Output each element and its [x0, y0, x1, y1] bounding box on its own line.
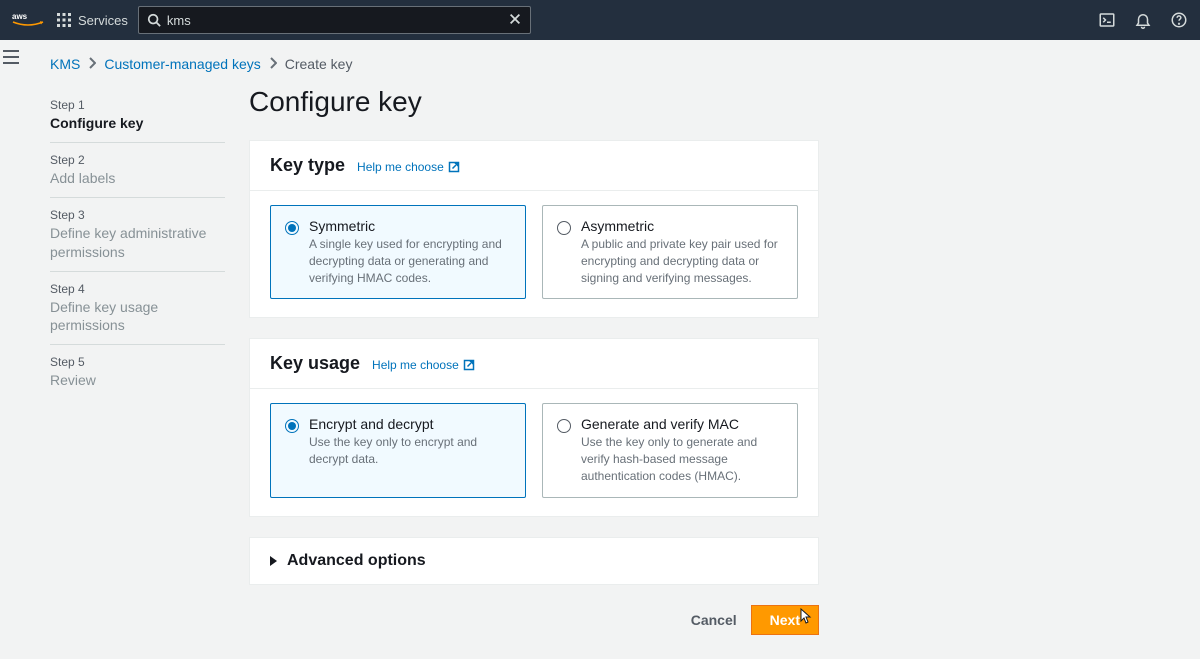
step-num: Step 3 [50, 208, 225, 222]
radio-icon [557, 419, 571, 433]
key-type-asymmetric[interactable]: Asymmetric A public and private key pair… [542, 205, 798, 299]
key-type-help-link[interactable]: Help me choose [357, 160, 460, 174]
breadcrumb-kms[interactable]: KMS [50, 56, 80, 72]
next-button-label: Next [770, 612, 800, 628]
step-num: Step 2 [50, 153, 225, 167]
wizard-footer: Cancel Next [249, 605, 819, 635]
step-review[interactable]: Step 5 Review [50, 345, 225, 399]
wizard-steps: Step 1 Configure key Step 2 Add labels S… [50, 82, 225, 399]
key-usage-panel: Key usage Help me choose Encrypt and dec… [249, 338, 819, 516]
step-admin-permissions[interactable]: Step 3 Define key administrative permiss… [50, 198, 225, 271]
services-label: Services [78, 13, 128, 28]
tile-title: Asymmetric [581, 218, 783, 234]
cloudshell-icon[interactable] [1098, 11, 1116, 29]
external-link-icon [448, 161, 460, 173]
key-usage-mac[interactable]: Generate and verify MAC Use the key only… [542, 403, 798, 497]
breadcrumb-customer-managed-keys[interactable]: Customer-managed keys [104, 56, 260, 72]
search-icon [147, 13, 161, 27]
step-num: Step 4 [50, 282, 225, 296]
breadcrumb-current: Create key [285, 56, 353, 72]
breadcrumb: KMS Customer-managed keys Create key [50, 40, 1176, 82]
help-icon[interactable] [1170, 11, 1188, 29]
key-usage-encrypt-decrypt[interactable]: Encrypt and decrypt Use the key only to … [270, 403, 526, 497]
tile-title: Symmetric [309, 218, 511, 234]
advanced-options-title: Advanced options [287, 552, 426, 570]
radio-icon [557, 221, 571, 235]
page-title: Configure key [249, 86, 819, 118]
step-usage-permissions[interactable]: Step 4 Define key usage permissions [50, 272, 225, 345]
search-input-wrap[interactable] [138, 6, 531, 34]
cursor-icon [798, 608, 812, 624]
step-label: Review [50, 371, 225, 389]
chevron-right-icon [88, 56, 96, 72]
services-menu[interactable]: Services [56, 12, 128, 28]
side-menu-toggle-icon[interactable] [3, 50, 19, 659]
search-input[interactable] [167, 13, 508, 28]
step-num: Step 1 [50, 98, 225, 112]
aws-logo[interactable]: aws [12, 11, 44, 29]
step-add-labels[interactable]: Step 2 Add labels [50, 143, 225, 198]
key-type-symmetric[interactable]: Symmetric A single key used for encrypti… [270, 205, 526, 299]
search-clear-icon[interactable] [508, 12, 522, 29]
tile-desc: A single key used for encrypting and dec… [309, 236, 511, 286]
next-button[interactable]: Next [751, 605, 819, 635]
step-num: Step 5 [50, 355, 225, 369]
top-nav: aws Services [0, 0, 1200, 40]
nav-right [1098, 11, 1188, 29]
key-usage-title: Key usage [270, 353, 360, 374]
grid-icon [56, 12, 72, 28]
key-type-panel: Key type Help me choose Symmetric [249, 140, 819, 318]
svg-text:aws: aws [12, 12, 28, 21]
tile-desc: Use the key only to encrypt and decrypt … [309, 434, 511, 468]
radio-icon [285, 419, 299, 433]
tile-desc: A public and private key pair used for e… [581, 236, 783, 286]
caret-right-icon [270, 556, 277, 566]
step-label: Configure key [50, 114, 225, 132]
key-usage-help-link[interactable]: Help me choose [372, 358, 475, 372]
step-label: Define key administrative permissions [50, 224, 225, 260]
tile-title: Generate and verify MAC [581, 416, 783, 432]
step-label: Define key usage permissions [50, 298, 225, 334]
tile-desc: Use the key only to generate and verify … [581, 434, 783, 484]
advanced-options-panel: Advanced options [249, 537, 819, 585]
chevron-right-icon [269, 56, 277, 72]
external-link-icon [463, 359, 475, 371]
advanced-options-toggle[interactable]: Advanced options [270, 552, 798, 570]
cancel-button[interactable]: Cancel [691, 612, 737, 628]
help-link-label: Help me choose [357, 160, 444, 174]
step-configure-key[interactable]: Step 1 Configure key [50, 88, 225, 143]
key-type-title: Key type [270, 155, 345, 176]
radio-icon [285, 221, 299, 235]
tile-title: Encrypt and decrypt [309, 416, 511, 432]
help-link-label: Help me choose [372, 358, 459, 372]
notifications-icon[interactable] [1134, 11, 1152, 29]
step-label: Add labels [50, 169, 225, 187]
